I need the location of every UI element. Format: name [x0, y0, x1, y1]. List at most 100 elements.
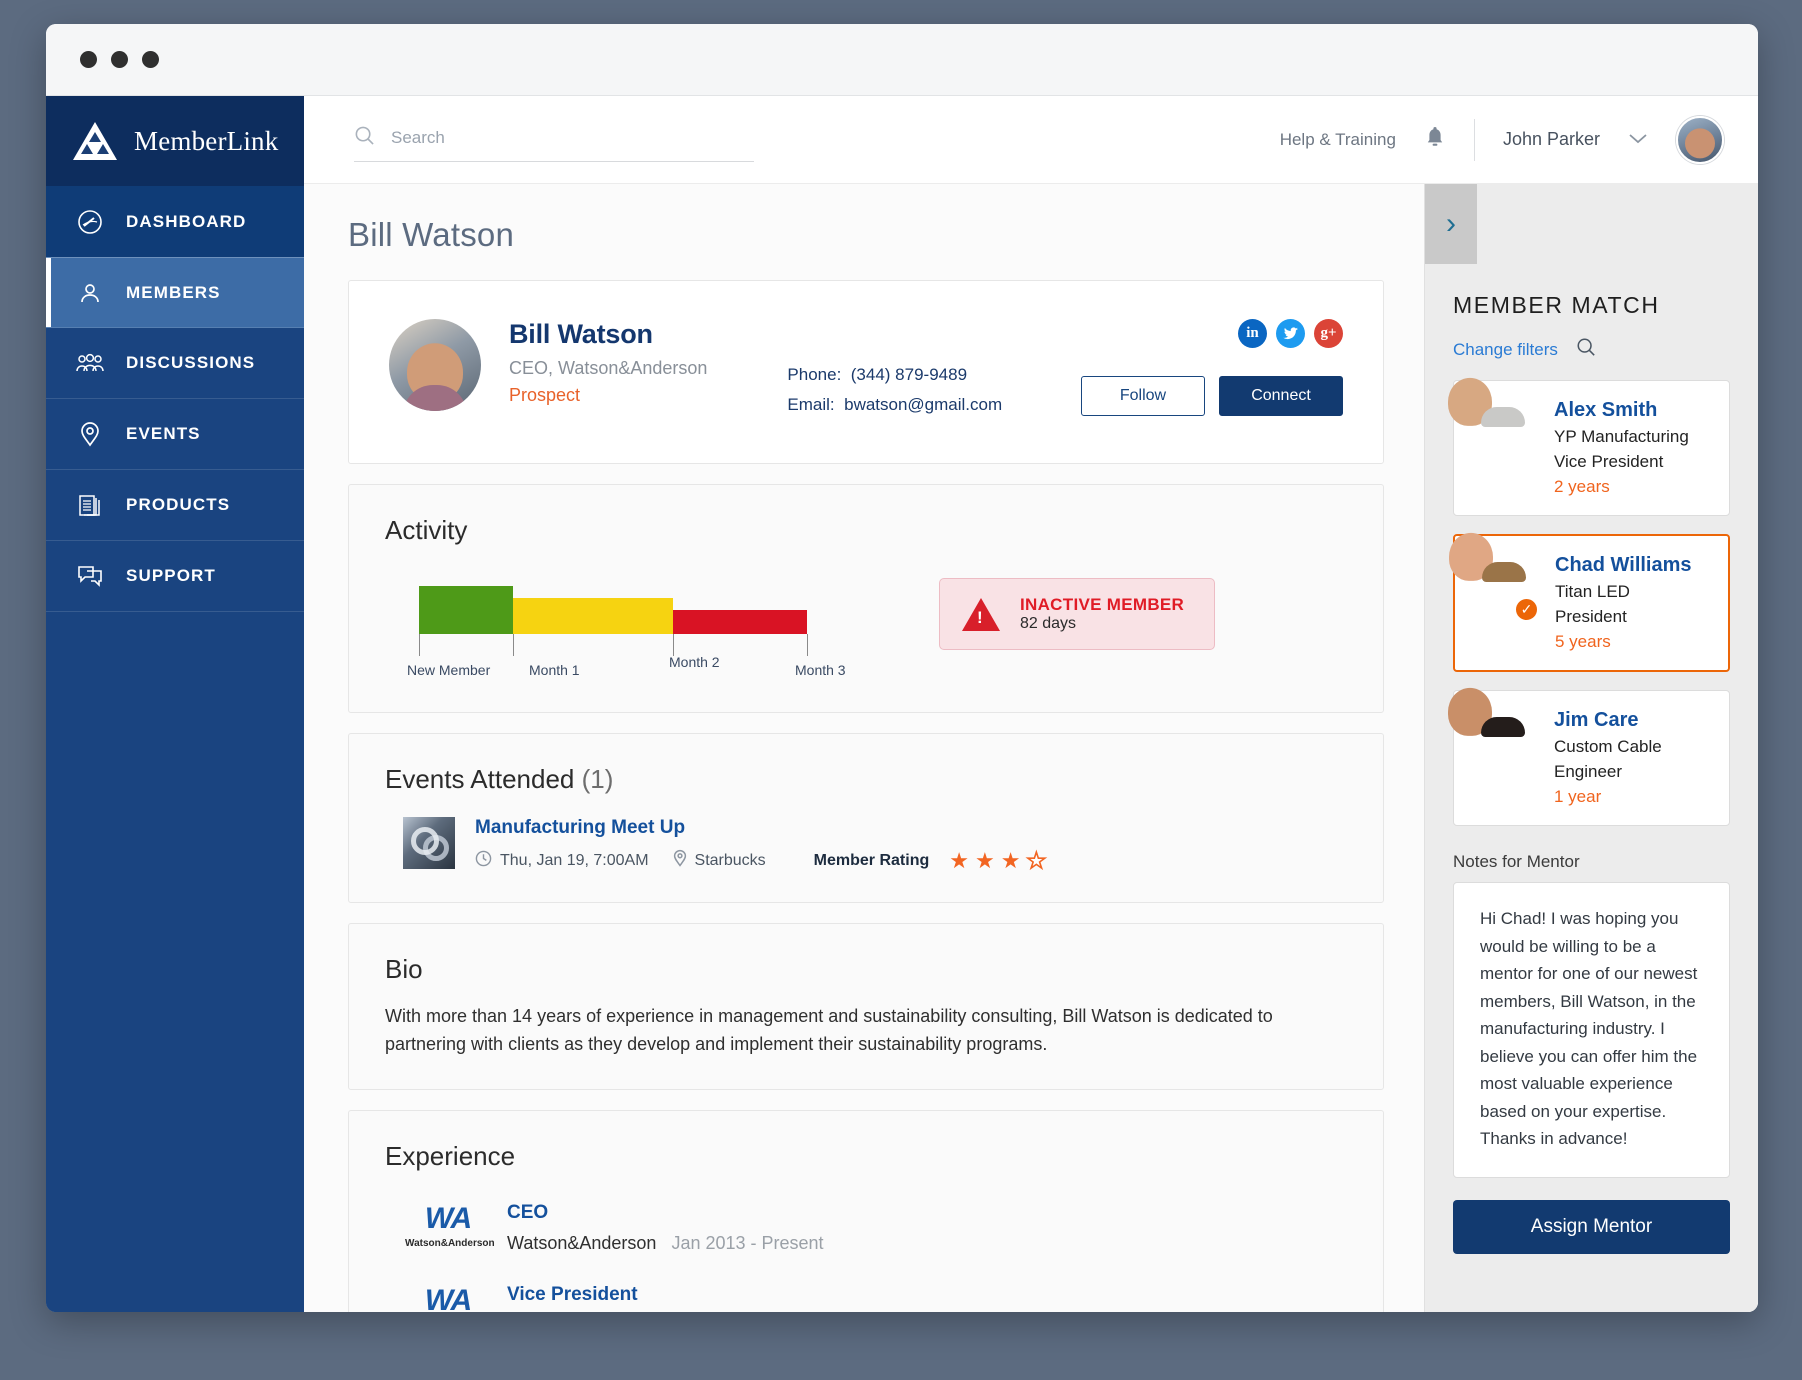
match-name[interactable]: Jim Care	[1554, 709, 1639, 731]
warning-subtitle: 82 days	[1020, 615, 1077, 632]
search-icon[interactable]	[1576, 337, 1596, 362]
bell-icon[interactable]	[1424, 125, 1446, 154]
list-item[interactable]: Manufacturing Meet Up Thu, Jan 19, 7:00A…	[403, 817, 1347, 872]
experience-role-title[interactable]: CEO	[507, 1202, 824, 1224]
sidebar-item-dashboard[interactable]: DASHBOARD	[46, 186, 304, 257]
check-badge-icon: ✓	[1514, 597, 1539, 622]
brand-name: MemberLink	[134, 125, 279, 156]
linkedin-icon[interactable]: in	[1238, 319, 1267, 348]
person-icon	[76, 281, 104, 305]
match-role: Engineer	[1554, 762, 1623, 781]
search-container[interactable]	[354, 125, 754, 162]
member-match-panel: › MEMBER MATCH Change filters Alex Smith…	[1424, 184, 1758, 1312]
chart-segment-new-member	[419, 586, 513, 634]
inactive-member-badge: INACTIVE MEMBER 82 days	[939, 578, 1216, 650]
phone-value: (344) 879-9489	[850, 365, 968, 384]
clock-icon	[475, 850, 492, 872]
avatar: ✓	[1471, 554, 1539, 622]
sidebar-item-products[interactable]: PRODUCTS	[46, 470, 304, 541]
chart-segment-month-2	[673, 610, 807, 634]
profile-name: Bill Watson	[509, 319, 653, 349]
sidebar-item-members[interactable]: MEMBERS	[46, 257, 304, 328]
left-sidebar: MemberLink DASHBOARD MEMBERS DISCUSSIONS…	[46, 96, 304, 1312]
email-line: Email: bwatson@gmail.com	[787, 395, 1002, 415]
star-icon-4-empty: ★	[1026, 847, 1047, 873]
avatar	[1470, 399, 1536, 465]
match-name[interactable]: Chad Williams	[1555, 554, 1692, 576]
event-thumbnail	[403, 817, 455, 869]
email-label: Email:	[787, 395, 835, 414]
star-icon-1: ★	[949, 847, 969, 873]
company-logo-icon: WA Watson&Anderson	[405, 1202, 495, 1249]
follow-button[interactable]: Follow	[1081, 376, 1205, 416]
match-name[interactable]: Alex Smith	[1554, 399, 1657, 421]
page-title: Bill Watson	[348, 216, 515, 253]
chart-xtick-0: New Member	[407, 662, 491, 678]
avatar[interactable]	[1676, 115, 1724, 164]
top-bar: Help & Training John Parker	[304, 96, 1758, 184]
desktop-background: MemberLink DASHBOARD MEMBERS DISCUSSIONS…	[0, 0, 1802, 1380]
window-controls[interactable]	[80, 51, 159, 68]
member-match-card-alex-smith[interactable]: Alex Smith YP Manufacturing Vice Preside…	[1453, 380, 1730, 516]
member-match-card-chad-williams[interactable]: ✓ Chad Williams Titan LED President 5 ye…	[1453, 534, 1730, 672]
topbar-divider	[1473, 118, 1475, 161]
events-count: (1)	[581, 764, 614, 794]
warning-title: INACTIVE MEMBER	[1020, 595, 1185, 614]
list-item: WA Vice President	[405, 1284, 1347, 1312]
chart-xtick-1: Month 1	[529, 662, 580, 678]
sidebar-item-discussions[interactable]: DISCUSSIONS	[46, 328, 304, 399]
phone-line: Phone: (344) 879-9489	[787, 365, 1002, 385]
match-role: President	[1555, 607, 1627, 626]
profile-card: Bill Watson CEO, Watson&Anderson Prospec…	[348, 280, 1384, 464]
event-name-link[interactable]: Manufacturing Meet Up	[475, 817, 1046, 839]
experience-role-title[interactable]: Vice President	[507, 1284, 638, 1306]
connect-button[interactable]: Connect	[1219, 376, 1343, 416]
company-logo-sub: Watson&Anderson	[405, 1237, 495, 1249]
bio-card: Bio With more than 14 years of experienc…	[348, 923, 1384, 1090]
experience-card: Experience WA Watson&Anderson CEO Watson	[348, 1109, 1384, 1312]
notes-textarea[interactable]: Hi Chad! I was hoping you would be willi…	[1453, 882, 1730, 1178]
event-date: Thu, Jan 19, 7:00AM	[500, 851, 649, 869]
email-value[interactable]: bwatson@gmail.com	[844, 395, 1002, 414]
experience-company-line: Watson&Anderson Jan 2013 - Present	[507, 1233, 824, 1254]
sidebar-item-support[interactable]: SUPPORT	[46, 541, 304, 612]
dashboard-gauge-icon	[76, 209, 104, 235]
sidebar-item-events[interactable]: EVENTS	[46, 399, 304, 470]
search-input[interactable]	[391, 128, 754, 148]
bio-text: With more than 14 years of experience in…	[385, 1006, 1273, 1054]
member-match-card-jim-care[interactable]: Jim Care Custom Cable Engineer 1 year	[1453, 690, 1730, 826]
change-filters-link[interactable]: Change filters	[1453, 340, 1558, 360]
sidebar-item-label-discussions: DISCUSSIONS	[126, 353, 256, 372]
activity-card: Activity New Member Month 1 Month 2 Mont…	[348, 484, 1384, 713]
activity-chart: New Member Month 1 Month 2 Month 3	[407, 572, 859, 682]
panel-collapse-button[interactable]: ›	[1425, 184, 1477, 264]
chart-segment-month-1	[513, 598, 673, 634]
assign-mentor-button[interactable]: Assign Mentor	[1453, 1199, 1730, 1254]
user-name[interactable]: John Parker	[1503, 129, 1600, 150]
documents-icon	[76, 492, 104, 518]
experience-company: Watson&Anderson	[507, 1232, 657, 1253]
sidebar-empty-space	[46, 612, 304, 1312]
brand-header[interactable]: MemberLink	[46, 96, 304, 186]
events-title: Events Attended (1)	[385, 764, 1347, 795]
browser-window: MemberLink DASHBOARD MEMBERS DISCUSSIONS…	[46, 24, 1758, 1312]
status-badge: Prospect	[509, 385, 581, 405]
event-location: Starbucks	[694, 851, 766, 869]
window-minimize-dot[interactable]	[111, 51, 128, 68]
sidebar-item-label-dashboard: DASHBOARD	[126, 211, 247, 231]
match-tenure: 5 years	[1555, 632, 1611, 651]
chart-x-labels: New Member Month 1 Month 2 Month 3	[407, 654, 859, 686]
company-logo-icon: WA	[405, 1284, 491, 1312]
match-company: Custom Cable	[1554, 737, 1662, 756]
sidebar-item-label-members: MEMBERS	[126, 282, 221, 302]
googleplus-icon[interactable]: g+	[1314, 319, 1343, 348]
phone-label: Phone:	[787, 365, 842, 384]
chevron-down-icon[interactable]	[1628, 131, 1648, 149]
main-content: Bill Watson Bill Watson CEO, Watson&Ande…	[304, 184, 1424, 1312]
help-and-training-link[interactable]: Help & Training	[1280, 130, 1396, 150]
window-close-dot[interactable]	[80, 51, 97, 68]
experience-dates: Jan 2013 - Present	[671, 1232, 824, 1253]
window-maximize-dot[interactable]	[142, 51, 159, 68]
chevron-right-icon: ›	[1446, 207, 1456, 240]
twitter-icon[interactable]	[1276, 319, 1305, 348]
